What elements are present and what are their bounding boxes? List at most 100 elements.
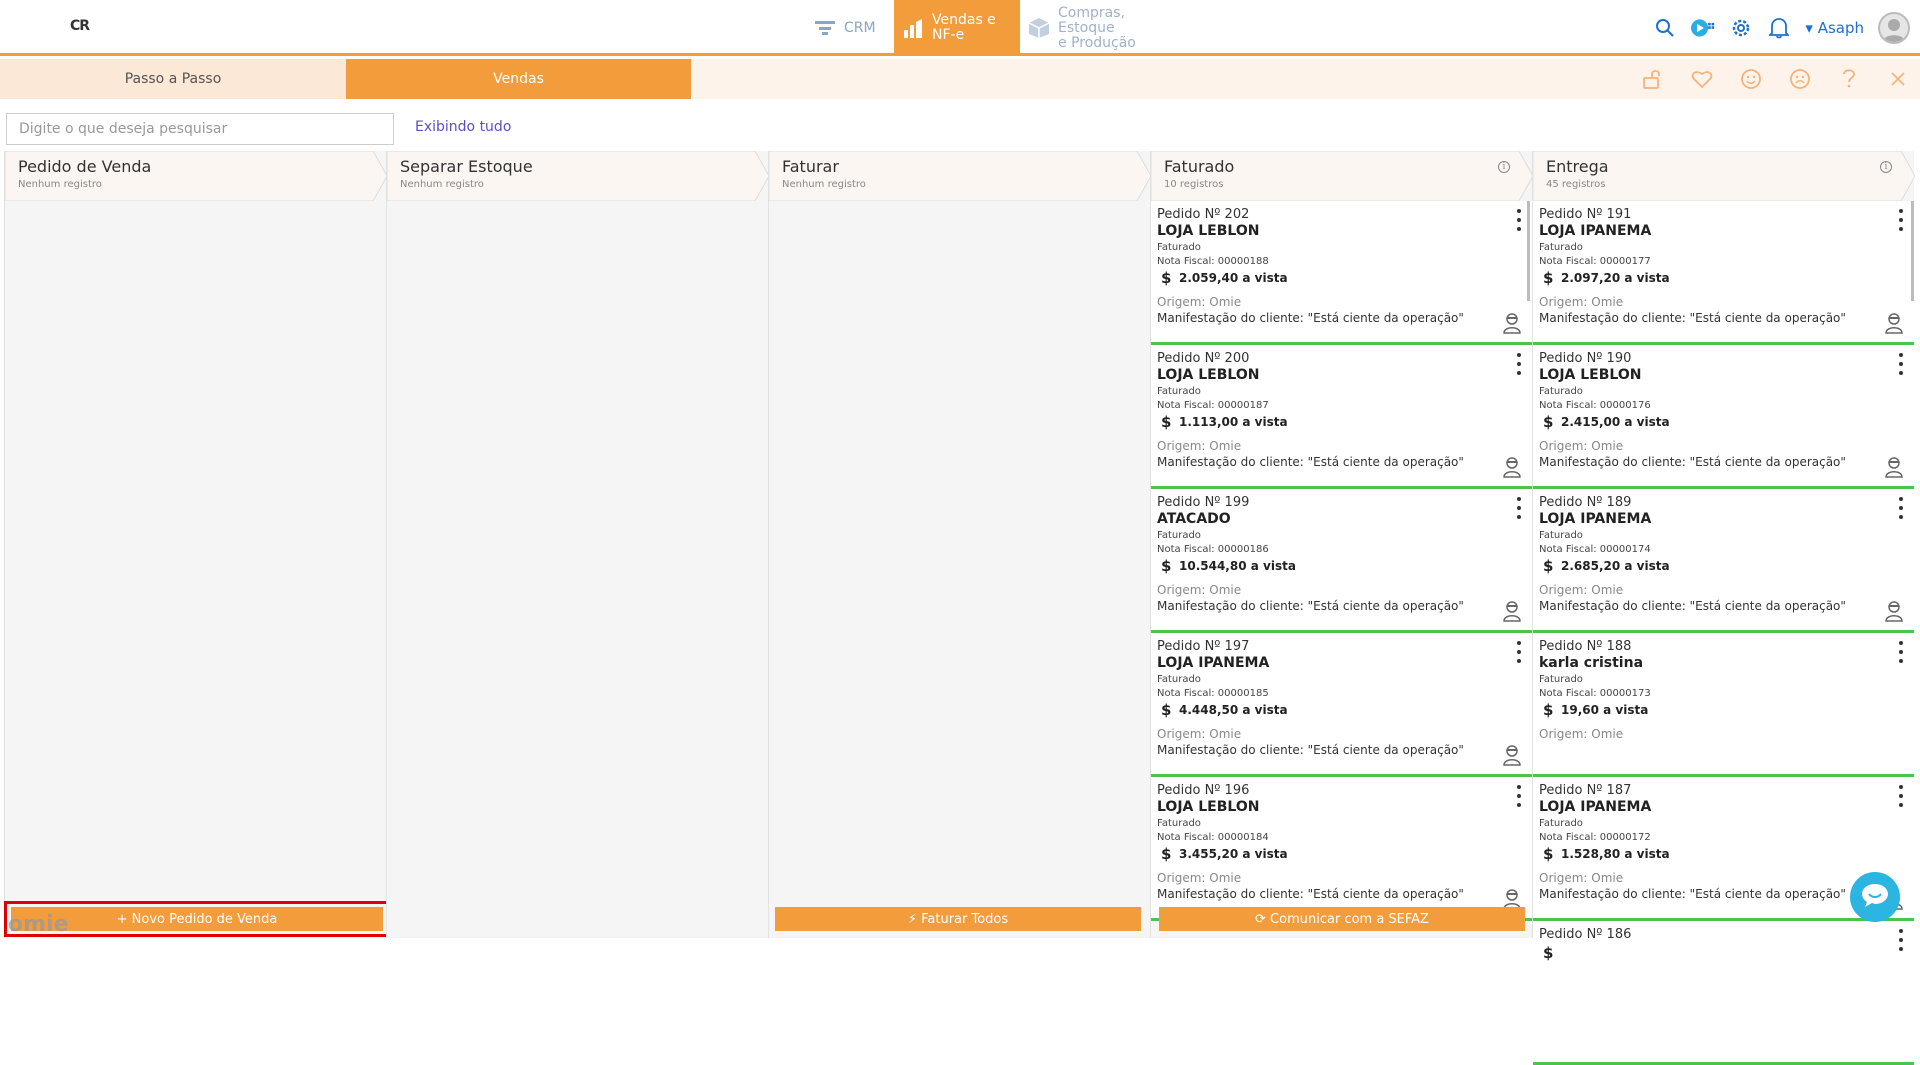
- client-manifestation: Manifestação do cliente: "Está ciente da…: [1157, 455, 1464, 469]
- customer-icon: [1884, 312, 1904, 334]
- order-number: Pedido Nº 197: [1157, 639, 1250, 654]
- order-card[interactable]: Pedido Nº 188 karla cristina Faturado Nota …: [1533, 633, 1914, 777]
- smile-icon[interactable]: [1739, 67, 1763, 91]
- order-status: Faturado: [1157, 674, 1201, 685]
- module-vendas[interactable]: Vendas e NF-e: [894, 0, 1020, 56]
- order-value: 2.685,20 a vista: [1561, 559, 1670, 573]
- order-origin: Origem: Omie: [1539, 583, 1624, 597]
- order-value: 2.059,40 a vista: [1179, 271, 1288, 285]
- invoice-number: Nota Fiscal: 00000184: [1157, 832, 1269, 843]
- module-compras[interactable]: Compras, Estoque e Produção: [1020, 0, 1180, 56]
- order-card[interactable]: Pedido Nº 197 LOJA IPANEMA Faturado Nota Fi…: [1151, 633, 1532, 777]
- order-value-row: $1.113,00 a vista: [1157, 413, 1526, 431]
- client-manifestation: Manifestação do cliente: "Está ciente da…: [1157, 887, 1464, 901]
- company-logo[interactable]: CR: [70, 18, 90, 34]
- order-number: Pedido Nº 199: [1157, 495, 1250, 510]
- kebab-menu-icon[interactable]: [1898, 785, 1904, 807]
- column-faturar: Faturar Nenhum registro ⚡ Faturar Todos: [768, 151, 1151, 938]
- order-card[interactable]: Pedido Nº 190 LOJA LEBLON Faturado Nota Fis…: [1533, 345, 1914, 489]
- kebab-menu-icon[interactable]: [1898, 353, 1904, 375]
- dollar-icon: $: [1543, 701, 1554, 719]
- order-origin: Origem: Omie: [1539, 439, 1624, 453]
- tab-passo-a-passo[interactable]: Passo a Passo: [0, 59, 346, 99]
- heart-icon[interactable]: [1690, 67, 1714, 91]
- chat-icon: [1860, 882, 1890, 912]
- info-icon[interactable]: i: [1880, 161, 1892, 173]
- order-card[interactable]: Pedido Nº 202 LOJA LEBLON Faturado Nota Fis…: [1151, 201, 1532, 345]
- column-title: Separar Estoque: [400, 157, 533, 176]
- order-card[interactable]: Pedido Nº 200 LOJA LEBLON Faturado Nota Fis…: [1151, 345, 1532, 489]
- kebab-menu-icon[interactable]: [1898, 929, 1904, 951]
- order-value: 10.544,80 a vista: [1179, 559, 1296, 573]
- search-icon[interactable]: [1653, 16, 1677, 40]
- kebab-menu-icon[interactable]: [1516, 641, 1522, 663]
- order-card[interactable]: Pedido Nº 186 $: [1533, 921, 1914, 1065]
- invoice-number: Nota Fiscal: 00000174: [1539, 544, 1651, 555]
- brand-logo: omie: [8, 912, 69, 937]
- client-manifestation: Manifestação do cliente: "Está ciente da…: [1539, 599, 1846, 613]
- dollar-icon: $: [1161, 413, 1172, 431]
- kebab-menu-icon[interactable]: [1898, 641, 1904, 663]
- column-entrega: Entrega 45 registros i Pedido Nº 191 LOJA…: [1532, 151, 1915, 1065]
- column-subtitle: Nenhum registro: [782, 179, 866, 190]
- order-number: Pedido Nº 190: [1539, 351, 1632, 366]
- module-crm[interactable]: CRM: [814, 0, 894, 56]
- avatar[interactable]: [1878, 12, 1910, 44]
- order-card[interactable]: Pedido Nº 196 LOJA LEBLON Faturado Nota Fis…: [1151, 777, 1532, 921]
- order-status: Faturado: [1539, 818, 1583, 829]
- order-value: 2.097,20 a vista: [1561, 271, 1670, 285]
- tab-vendas[interactable]: Vendas: [346, 59, 691, 99]
- funnel-icon: [814, 17, 836, 39]
- bell-icon[interactable]: [1767, 16, 1791, 40]
- dollar-icon: $: [1543, 413, 1554, 431]
- card-list: Pedido Nº 191 LOJA IPANEMA Faturado Nota Fi…: [1533, 201, 1914, 1065]
- order-number: Pedido Nº 202: [1157, 207, 1250, 222]
- help-icon[interactable]: [1837, 67, 1861, 91]
- user-menu[interactable]: ▾ Asaph: [1805, 19, 1864, 37]
- kebab-menu-icon[interactable]: [1516, 785, 1522, 807]
- sefaz-button[interactable]: ⟳ Comunicar com a SEFAZ: [1159, 907, 1525, 931]
- column-subtitle: Nenhum registro: [18, 179, 102, 190]
- kebab-menu-icon[interactable]: [1516, 497, 1522, 519]
- apps-play-icon[interactable]: [1691, 16, 1715, 40]
- info-icon[interactable]: i: [1498, 161, 1510, 173]
- kebab-menu-icon[interactable]: [1516, 209, 1522, 231]
- dollar-icon: $: [1543, 557, 1554, 575]
- order-value-row: $2.059,40 a vista: [1157, 269, 1526, 287]
- kebab-menu-icon[interactable]: [1898, 209, 1904, 231]
- customer-icon: [1502, 312, 1522, 334]
- order-value: 1.113,00 a vista: [1179, 415, 1288, 429]
- client-manifestation: Manifestação do cliente: "Está ciente da…: [1539, 311, 1846, 325]
- scrollbar[interactable]: [1911, 201, 1914, 301]
- chat-button[interactable]: [1850, 872, 1900, 922]
- order-card[interactable]: Pedido Nº 199 ATACADO Faturado Nota Fiscal:…: [1151, 489, 1532, 633]
- column-header: Separar Estoque Nenhum registro: [387, 151, 769, 201]
- dollar-icon: $: [1543, 944, 1554, 962]
- order-card[interactable]: Pedido Nº 191 LOJA IPANEMA Faturado Nota Fi…: [1533, 201, 1914, 345]
- column-title: Faturado: [1164, 157, 1235, 176]
- column-title: Faturar: [782, 157, 839, 176]
- client-name: LOJA IPANEMA: [1539, 799, 1652, 815]
- unlock-icon[interactable]: [1641, 67, 1665, 91]
- order-card[interactable]: Pedido Nº 189 LOJA IPANEMA Faturado Nota Fi…: [1533, 489, 1914, 633]
- order-status: Faturado: [1539, 386, 1583, 397]
- search-input[interactable]: [6, 113, 394, 145]
- scrollbar[interactable]: [1527, 201, 1530, 301]
- order-number: Pedido Nº 188: [1539, 639, 1632, 654]
- order-value-row: $4.448,50 a vista: [1157, 701, 1526, 719]
- order-origin: Origem: Omie: [1539, 295, 1624, 309]
- kebab-menu-icon[interactable]: [1516, 353, 1522, 375]
- box-icon: [1028, 17, 1050, 39]
- gear-icon[interactable]: [1729, 16, 1753, 40]
- frown-icon[interactable]: [1788, 67, 1812, 91]
- dollar-icon: $: [1543, 845, 1554, 863]
- invoice-number: Nota Fiscal: 00000188: [1157, 256, 1269, 267]
- client-manifestation: Manifestação do cliente: "Está ciente da…: [1157, 743, 1464, 757]
- column-subtitle: 10 registros: [1164, 179, 1224, 190]
- show-all-filter[interactable]: Exibindo tudo: [415, 119, 511, 135]
- invoice-all-button[interactable]: ⚡ Faturar Todos: [775, 907, 1141, 931]
- order-value: 19,60 a vista: [1561, 703, 1649, 717]
- customer-icon: [1884, 600, 1904, 622]
- kebab-menu-icon[interactable]: [1898, 497, 1904, 519]
- close-icon[interactable]: [1886, 67, 1910, 91]
